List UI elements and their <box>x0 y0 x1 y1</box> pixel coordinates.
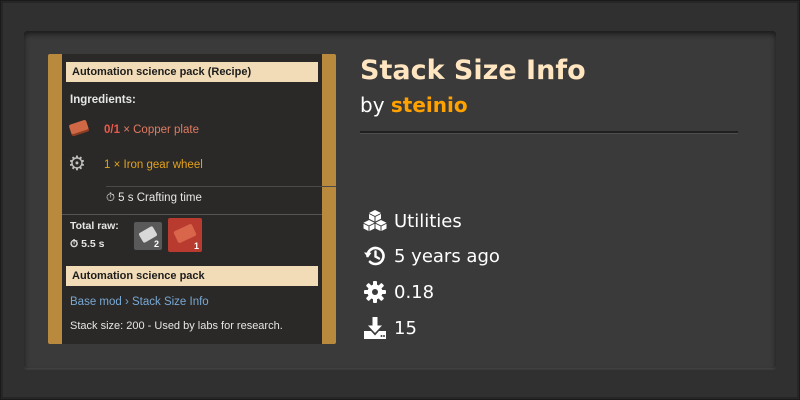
crafting-time: ⏱ 5 s Crafting time <box>106 192 202 204</box>
ingredient-gear: 1 × Iron gear wheel <box>104 159 203 171</box>
mod-thumbnail[interactable]: Automation science pack (Recipe) Ingredi… <box>48 54 336 344</box>
version-row: 0.18 <box>362 279 434 305</box>
raw-slot-copper: 1 <box>168 218 202 252</box>
history-icon <box>362 243 388 269</box>
mod-breadcrumb: Base mod › Stack Size Info <box>70 296 209 308</box>
mod-byline: by steinio <box>360 92 468 118</box>
crafting-time-text: 5 s Crafting time <box>118 192 202 204</box>
category-label: Utilities <box>394 210 462 232</box>
total-raw-time: ⏱ 5.5 s <box>70 238 105 250</box>
download-icon <box>362 315 388 341</box>
ingredients-title: Ingredients: <box>70 94 136 106</box>
author-link[interactable]: steinio <box>391 93 468 117</box>
downloads-label: 15 <box>394 317 417 339</box>
updated-label: 5 years ago <box>394 245 500 267</box>
raw-slot-iron: 2 <box>134 222 162 250</box>
ingredient-count: 0/1 <box>104 124 120 136</box>
total-raw-title: Total raw: <box>70 220 119 232</box>
mod-title[interactable]: Stack Size Info <box>360 54 586 88</box>
divider <box>62 214 322 215</box>
gear-icon <box>362 279 388 305</box>
iron-gear-icon: ⚙ <box>68 153 86 175</box>
header-divider <box>360 131 738 134</box>
stack-size-line: Stack size: 200 - Used by labs for resea… <box>70 320 283 332</box>
item-header: Automation science pack <box>66 266 318 286</box>
version-label: 0.18 <box>394 281 435 303</box>
ingredient-name: × Copper plate <box>123 124 199 136</box>
by-prefix: by <box>360 93 385 117</box>
category-row[interactable]: Utilities <box>362 208 462 234</box>
recipe-header: Automation science pack (Recipe) <box>66 62 318 82</box>
total-raw-time-text: 5.5 s <box>81 238 105 250</box>
downloads-row: 15 <box>362 315 417 341</box>
divider <box>106 186 336 187</box>
updated-row: 5 years ago <box>362 243 500 269</box>
slot-count: 1 <box>193 241 199 251</box>
ingredient-copper: 0/1 × Copper plate <box>104 124 199 136</box>
cubes-icon <box>362 208 388 234</box>
slot-count: 2 <box>153 239 159 249</box>
